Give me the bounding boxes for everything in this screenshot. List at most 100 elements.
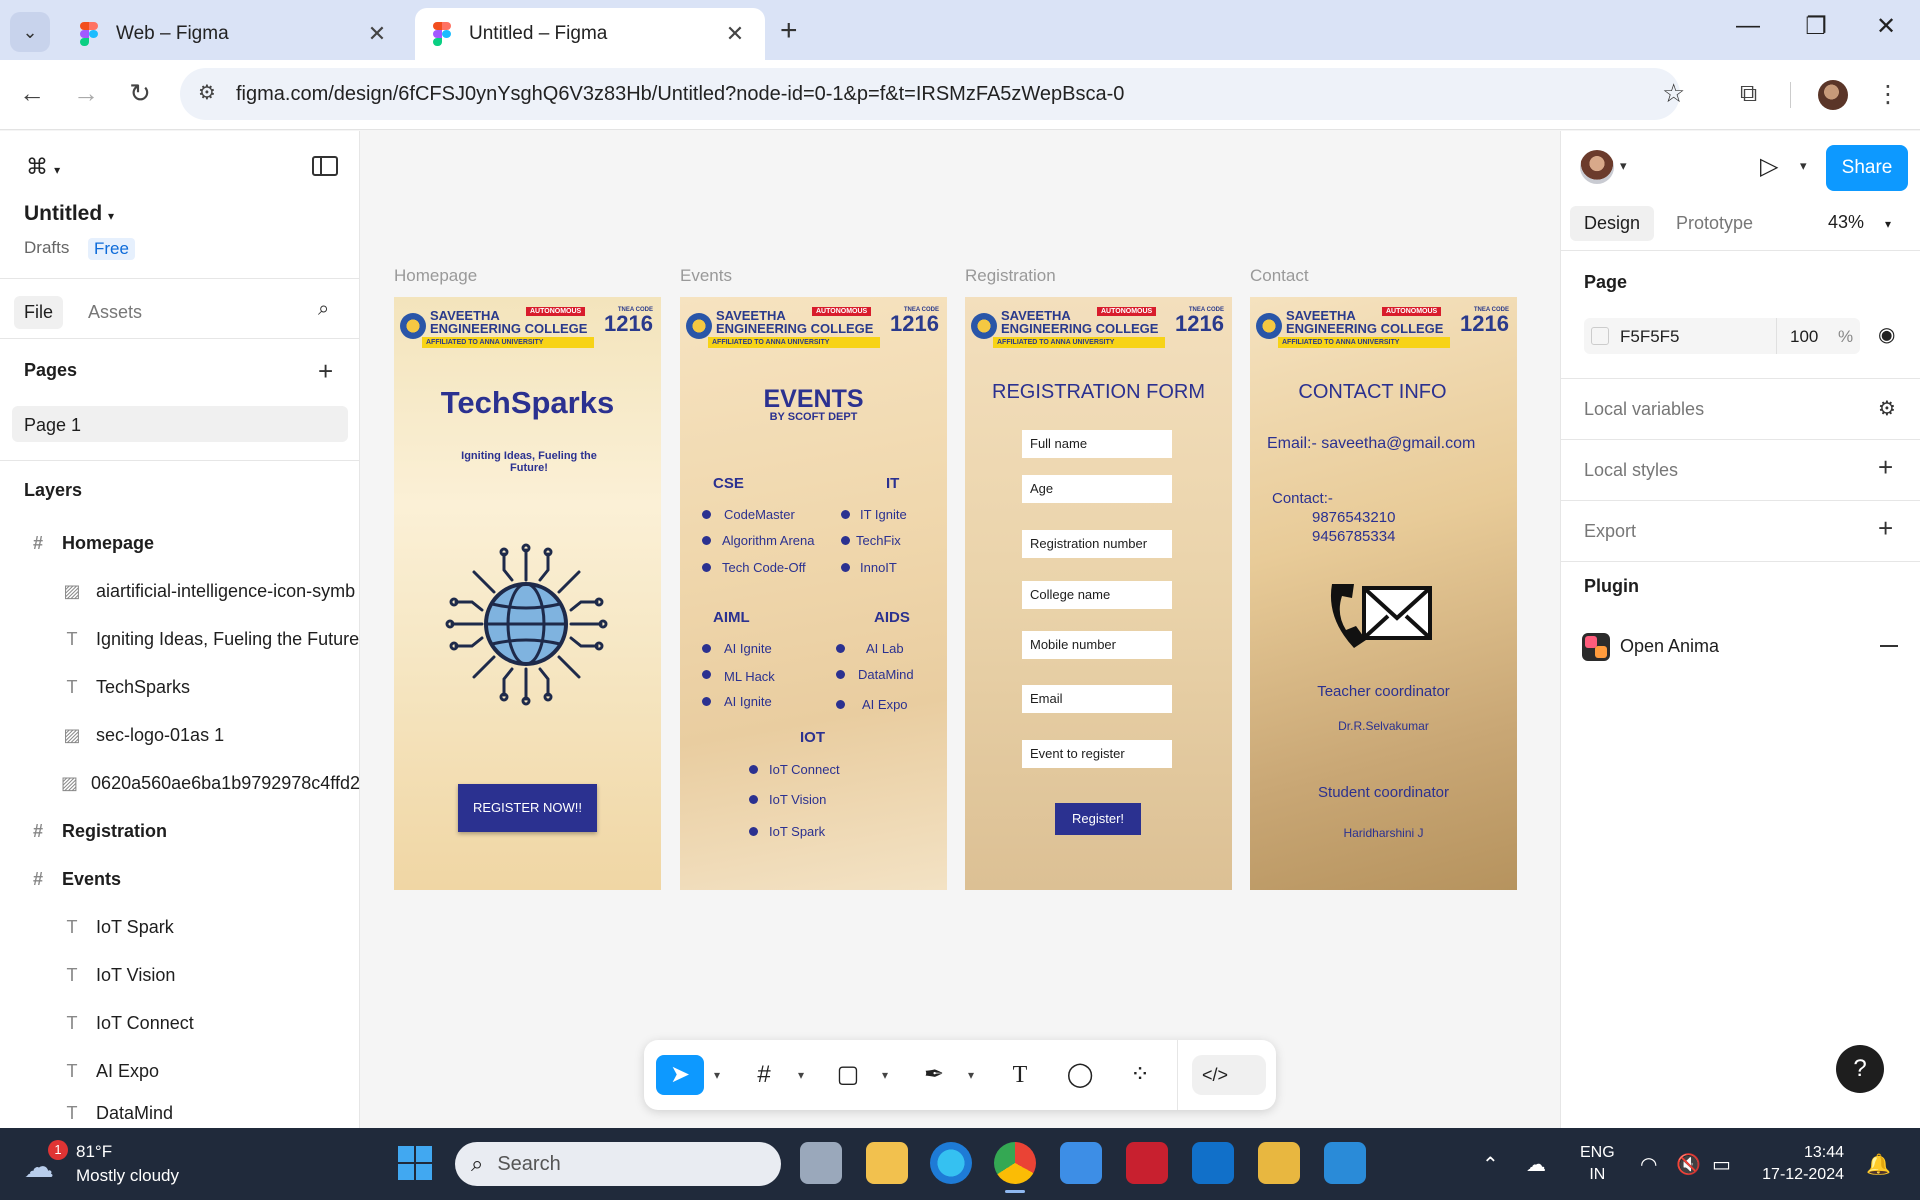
chevron-down-icon[interactable]: ▾ [710,1055,724,1095]
zoom-level[interactable]: 43% ▾ [1828,212,1891,233]
tab-file[interactable]: File [14,296,64,329]
address-bar[interactable]: figma.com/design/6fCFSJ0ynYsghQ6V3z83Hb/… [180,68,1680,120]
show-hidden-icons-chevron-icon[interactable]: ⌃ [1482,1152,1499,1177]
vscode-icon[interactable] [1324,1142,1366,1184]
actions-tool-icon[interactable]: ⁘ [1120,1055,1160,1095]
reload-icon[interactable]: ↻ [122,78,158,109]
full-name-field[interactable]: Full name [1022,430,1172,458]
window-close-icon[interactable]: ✕ [1866,12,1906,41]
mcafee-shield-icon[interactable] [1126,1142,1168,1184]
present-play-icon[interactable]: ▷ [1760,152,1778,181]
dev-mode-code-icon[interactable]: </> [1192,1055,1266,1095]
page-item-page-1[interactable]: Page 1 [12,406,348,442]
system-clock[interactable]: 13:44 17-12-2024 [1760,1142,1844,1186]
visibility-eye-icon[interactable]: ◉ [1878,322,1895,347]
layer-text[interactable]: T AI Expo [0,1051,360,1091]
close-icon[interactable]: ✕ [365,21,389,47]
outlook-mail-icon[interactable] [1192,1142,1234,1184]
more-menu-icon[interactable]: ⋮ [1876,80,1900,109]
share-button[interactable]: Share [1826,145,1908,191]
extensions-puzzle-icon[interactable]: ⧉ [1740,80,1757,108]
edge-browser-icon[interactable] [930,1142,972,1184]
notepad-icon[interactable] [1258,1142,1300,1184]
variables-settings-icon[interactable]: ⚙ [1878,396,1896,421]
layer-events[interactable]: # Events [0,859,360,899]
browser-tab-web-figma[interactable]: Web – Figma ✕ [62,8,407,60]
register-now-button[interactable]: REGISTER NOW!! [458,784,597,832]
weather-temperature[interactable]: 81°F [76,1142,112,1162]
email-field[interactable]: Email [1022,685,1172,713]
frame-tool-hash-icon[interactable]: # [744,1055,784,1095]
layer-image[interactable]: ▨ 0620a560ae6ba1b9792978c4ffd2 [0,763,360,803]
layer-registration[interactable]: # Registration [0,811,360,851]
collapse-minus-icon[interactable] [1880,645,1898,647]
browser-tab-untitled-figma[interactable]: Untitled – Figma ✕ [415,8,765,60]
tab-prototype[interactable]: Prototype [1662,206,1767,241]
profile-avatar[interactable] [1818,80,1848,110]
user-avatar[interactable] [1580,150,1614,184]
layer-text[interactable]: T DataMind [0,1099,360,1128]
register-submit-button[interactable]: Register! [1055,803,1141,835]
homepage-frame[interactable]: SAVEETHA ENGINEERING COLLEGE AUTONOMOUS A… [394,297,661,890]
events-frame[interactable]: SAVEETHA ENGINEERING COLLEGE AUTONOMOUS A… [680,297,947,890]
move-tool-cursor-icon[interactable]: ➤ [656,1055,704,1095]
export-label[interactable]: Export [1584,521,1636,542]
site-settings-icon[interactable]: ⚙ [198,80,216,105]
task-view-icon[interactable] [800,1142,842,1184]
forward-arrow-icon[interactable]: → [68,78,104,109]
search-icon[interactable]: ⌕ [318,298,329,321]
chevron-down-icon[interactable]: ▾ [1800,158,1807,174]
chrome-browser-icon[interactable] [994,1142,1036,1184]
tab-search-button[interactable]: ⌄ [10,12,50,52]
file-name[interactable]: Untitled ▾ [24,202,114,226]
file-location[interactable]: Drafts [24,238,69,258]
frame-label-contact[interactable]: Contact [1250,266,1309,286]
frame-label-registration[interactable]: Registration [965,266,1056,286]
rectangle-tool-icon[interactable]: ▢ [828,1055,868,1095]
wifi-icon[interactable]: ◠ [1640,1152,1657,1177]
add-style-plus-icon[interactable]: + [1878,452,1893,483]
chevron-down-icon[interactable]: ▾ [964,1055,978,1095]
chevron-down-icon[interactable]: ▾ [794,1055,808,1095]
pen-tool-icon[interactable]: ✒ [914,1055,954,1095]
frame-label-events[interactable]: Events [680,266,732,286]
local-variables-label[interactable]: Local variables [1584,399,1704,420]
back-arrow-icon[interactable]: ← [14,78,50,109]
bookmark-star-icon[interactable]: ☆ [1662,78,1685,109]
taskbar-search-box[interactable]: ⌕ Search [455,1142,781,1186]
restore-icon[interactable]: ❐ [1796,12,1836,41]
close-icon[interactable]: ✕ [723,21,747,47]
event-field[interactable]: Event to register [1022,740,1172,768]
sidebar-toggle-icon[interactable] [312,156,338,176]
chevron-down-icon[interactable]: ▾ [878,1055,892,1095]
comment-tool-icon[interactable]: ◯ [1060,1055,1100,1095]
onedrive-cloud-icon[interactable]: ☁ [1526,1152,1546,1177]
frame-label-homepage[interactable]: Homepage [394,266,477,286]
layer-homepage[interactable]: # Homepage [0,523,360,563]
contact-frame[interactable]: SAVEETHA ENGINEERING COLLEGE AUTONOMOUS A… [1250,297,1517,890]
tab-design[interactable]: Design [1570,206,1655,241]
microsoft-store-icon[interactable] [1060,1142,1102,1184]
new-tab-plus-icon[interactable]: + [780,14,798,48]
registration-number-field[interactable]: Registration number [1022,530,1172,558]
minimize-icon[interactable]: — [1728,12,1768,40]
layer-text[interactable]: T IoT Vision [0,955,360,995]
age-field[interactable]: Age [1022,475,1172,503]
local-styles-label[interactable]: Local styles [1584,460,1678,481]
battery-icon[interactable]: ▭ [1712,1152,1731,1177]
volume-muted-icon[interactable]: 🔇 [1676,1152,1701,1177]
figma-main-menu-icon[interactable]: ⌘ ▾ [26,154,60,180]
layer-text[interactable]: T IoT Connect [0,1003,360,1043]
layer-text[interactable]: T TechSparks [0,667,360,707]
layer-image[interactable]: ▨ sec-logo-01as 1 [0,715,360,755]
layer-image[interactable]: ▨ aiartificial-intelligence-icon-symb [0,571,360,611]
layer-text[interactable]: T IoT Spark [0,907,360,947]
registration-frame[interactable]: SAVEETHA ENGINEERING COLLEGE AUTONOMOUS A… [965,297,1232,890]
text-tool-icon[interactable]: T [1000,1055,1040,1095]
help-question-icon[interactable]: ? [1836,1045,1884,1093]
windows-start-icon[interactable] [398,1146,432,1180]
chevron-down-icon[interactable]: ▾ [1620,158,1627,174]
plugin-name[interactable]: Open Anima [1620,636,1719,657]
color-swatch[interactable] [1591,327,1609,345]
page-opacity-value[interactable]: 100 [1790,327,1818,347]
